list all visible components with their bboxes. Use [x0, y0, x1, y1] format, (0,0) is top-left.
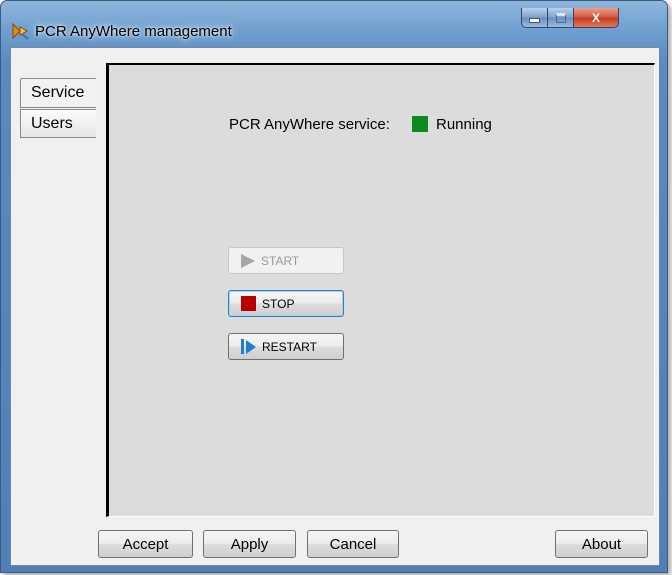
maximize-icon	[555, 12, 566, 23]
window-title: PCR AnyWhere management	[35, 23, 232, 40]
tab-users[interactable]: Users	[20, 109, 96, 138]
title-bar[interactable]: PCR AnyWhere management X	[1, 1, 667, 47]
accept-button[interactable]: Accept	[98, 530, 193, 558]
stop-button[interactable]: STOP	[228, 290, 344, 317]
start-button[interactable]: START	[228, 247, 344, 274]
restart-button-label: RESTART	[262, 339, 317, 354]
app-logo-icon	[12, 22, 29, 40]
maximize-button[interactable]	[547, 8, 574, 28]
service-status-value: Running	[436, 116, 492, 133]
status-indicator-icon	[412, 116, 428, 132]
stop-button-label: STOP	[262, 296, 295, 311]
close-button[interactable]: X	[573, 8, 619, 28]
play-icon	[241, 253, 255, 268]
minimize-button[interactable]	[521, 8, 548, 28]
tab-service[interactable]: Service	[20, 78, 96, 108]
service-status-label: PCR AnyWhere service:	[229, 116, 390, 133]
close-icon: X	[591, 10, 600, 25]
cancel-button[interactable]: Cancel	[307, 530, 399, 558]
restart-icon	[241, 339, 256, 354]
apply-button[interactable]: Apply	[203, 530, 296, 558]
minimize-icon	[529, 18, 540, 23]
stop-icon	[241, 296, 256, 311]
restart-button[interactable]: RESTART	[228, 333, 344, 360]
about-button[interactable]: About	[555, 530, 648, 558]
start-button-label: START	[261, 253, 300, 268]
